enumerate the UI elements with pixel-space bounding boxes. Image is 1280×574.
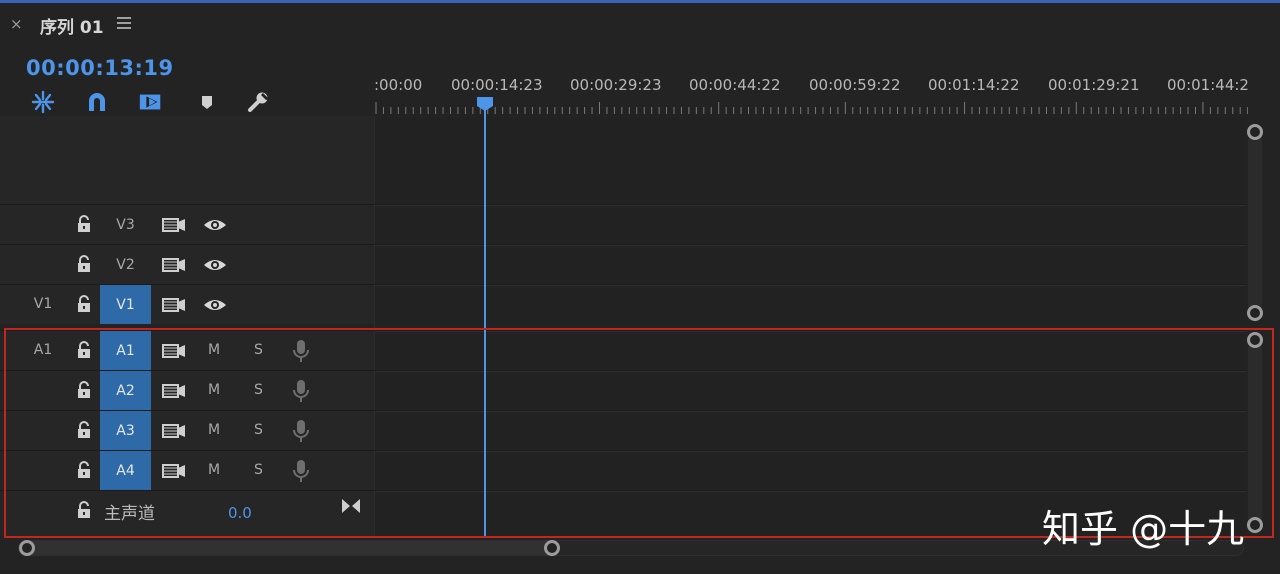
mute-button[interactable]: M	[208, 462, 220, 478]
video-track-v3: V3	[0, 204, 1246, 244]
mute-button[interactable]: M	[208, 342, 220, 358]
master-volume-value[interactable]: 0.0	[228, 504, 252, 522]
sync-lock-icon[interactable]	[160, 255, 188, 275]
track-lane[interactable]	[375, 451, 1246, 490]
ruler-label: 00:00:29:23	[570, 76, 662, 94]
voiceover-record-icon[interactable]	[290, 418, 312, 444]
track-header: A4 M S	[0, 451, 374, 490]
track-header: A3 M S	[0, 411, 374, 450]
target-track-toggle[interactable]: V2	[100, 245, 151, 284]
go-to-next-edit-icon[interactable]	[340, 497, 362, 515]
timeline-empty-area	[375, 116, 1246, 204]
lock-icon[interactable]	[76, 254, 92, 274]
track-header: A2 M S	[0, 371, 374, 410]
ruler-ticks	[375, 102, 1248, 114]
playhead-timecode[interactable]: 00:00:13:19	[26, 56, 174, 80]
track-lane[interactable]	[375, 371, 1246, 410]
scroll-handle-left[interactable]	[19, 540, 35, 556]
sync-lock-icon[interactable]	[160, 295, 188, 315]
sync-lock-icon[interactable]	[160, 421, 188, 441]
lock-icon[interactable]	[76, 340, 92, 360]
ruler-label: 00:00:59:22	[809, 76, 901, 94]
ruler-label: 00:01:14:22	[928, 76, 1020, 94]
target-track-toggle[interactable]: V3	[100, 205, 151, 244]
lock-icon[interactable]	[76, 420, 92, 440]
time-ruler[interactable]: :00:00 00:00:14:23 00:00:29:23 00:00:44:…	[374, 70, 1248, 116]
playhead-handle[interactable]	[476, 96, 494, 112]
linked-selection-icon[interactable]	[138, 90, 164, 114]
master-track-label: 主声道	[104, 504, 155, 524]
panel-header: × 序列 01	[0, 3, 1280, 43]
eye-icon[interactable]	[202, 295, 228, 315]
target-track-toggle[interactable]: A3	[100, 411, 151, 450]
ruler-label: 00:01:29:21	[1048, 76, 1140, 94]
watermark: 知乎 @十九	[1042, 507, 1245, 551]
hamburger-icon[interactable]	[117, 17, 131, 29]
target-track-toggle[interactable]: V1	[100, 285, 151, 324]
ruler-label: :00:00	[374, 76, 423, 94]
mute-button[interactable]: M	[208, 382, 220, 398]
voiceover-record-icon[interactable]	[290, 338, 312, 364]
close-tab-button[interactable]: ×	[10, 15, 23, 33]
scroll-handle[interactable]	[1247, 124, 1263, 140]
lock-icon[interactable]	[76, 294, 92, 314]
scroll-handle[interactable]	[1247, 305, 1263, 321]
snap-in-sequence-icon[interactable]	[30, 90, 56, 114]
track-lane[interactable]	[375, 205, 1246, 244]
audio-track-a4: A4 M S	[0, 450, 1246, 490]
audio-vertical-scrollbar[interactable]	[1248, 332, 1262, 534]
eye-icon[interactable]	[202, 215, 228, 235]
sync-lock-icon[interactable]	[160, 215, 188, 235]
voiceover-record-icon[interactable]	[290, 378, 312, 404]
scroll-handle[interactable]	[1247, 332, 1263, 348]
solo-button[interactable]: S	[254, 382, 263, 398]
solo-button[interactable]: S	[254, 342, 263, 358]
lock-icon[interactable]	[76, 500, 92, 520]
source-patch[interactable]: A1	[26, 342, 60, 358]
add-marker-icon[interactable]	[194, 90, 220, 114]
track-lane[interactable]	[375, 411, 1246, 450]
ruler-label: 00:00:14:23	[451, 76, 543, 94]
mute-button[interactable]: M	[208, 422, 220, 438]
video-track-v1: V1 V1	[0, 284, 1246, 324]
lock-icon[interactable]	[76, 460, 92, 480]
lock-icon[interactable]	[76, 380, 92, 400]
magnet-snap-icon[interactable]	[84, 90, 110, 114]
video-vertical-scrollbar[interactable]	[1248, 124, 1262, 320]
track-header-spacer	[0, 116, 374, 204]
track-header: V2	[0, 245, 374, 284]
track-lane[interactable]	[375, 285, 1246, 324]
target-track-toggle[interactable]: A2	[100, 371, 151, 410]
scroll-handle-right[interactable]	[544, 540, 560, 556]
source-patch[interactable]: V1	[26, 296, 60, 312]
audio-track-a2: A2 M S	[0, 370, 1246, 410]
track-header: V1 V1	[0, 285, 374, 324]
playhead-line[interactable]	[484, 110, 486, 536]
lock-icon[interactable]	[76, 214, 92, 234]
sync-lock-icon[interactable]	[160, 461, 188, 481]
horizontal-scroll-thumb[interactable]	[26, 541, 554, 555]
wrench-settings-icon[interactable]	[246, 90, 272, 114]
track-header: 主声道 0.0	[0, 491, 374, 536]
solo-button[interactable]: S	[254, 422, 263, 438]
target-track-toggle[interactable]: A4	[100, 451, 151, 490]
audio-track-a3: A3 M S	[0, 410, 1246, 450]
track-header: V3	[0, 205, 374, 244]
sync-lock-icon[interactable]	[160, 381, 188, 401]
scroll-handle[interactable]	[1247, 517, 1263, 533]
track-lane[interactable]	[375, 331, 1246, 370]
ruler-label: 00:00:44:22	[689, 76, 781, 94]
sync-lock-icon[interactable]	[160, 341, 188, 361]
audio-track-a1: A1 A1 M S	[0, 330, 1246, 370]
track-lane[interactable]	[375, 245, 1246, 284]
target-track-toggle[interactable]: A1	[100, 331, 151, 370]
ruler-label: 00:01:44:2	[1167, 76, 1248, 94]
solo-button[interactable]: S	[254, 462, 263, 478]
voiceover-record-icon[interactable]	[290, 458, 312, 484]
eye-icon[interactable]	[202, 255, 228, 275]
sequence-tab-title[interactable]: 序列 01	[40, 13, 104, 38]
track-header: A1 A1 M S	[0, 331, 374, 370]
video-track-v2: V2	[0, 244, 1246, 284]
